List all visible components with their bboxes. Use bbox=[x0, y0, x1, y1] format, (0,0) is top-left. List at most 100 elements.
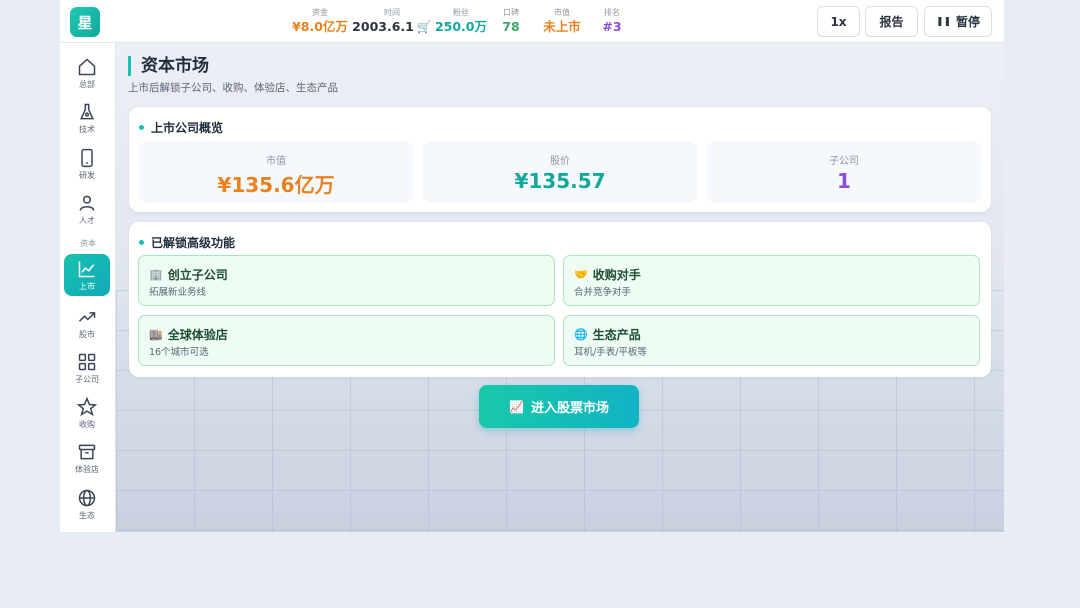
overview-title-text: 上市公司概览 bbox=[151, 121, 224, 135]
office-icon: 🏬 bbox=[149, 328, 163, 341]
stat-value: #3 bbox=[602, 19, 622, 34]
overview-card: 上市公司概览 市值 ¥135.6亿万 股价 ¥135.57 子公司 1 bbox=[129, 107, 991, 212]
stat-funds: 资金 ¥8.0亿万 bbox=[288, 8, 352, 36]
feature-acquire-rival[interactable]: 🤝 收购对手 合并竞争对手 bbox=[563, 255, 980, 306]
metric-value: 1 bbox=[837, 169, 851, 193]
sidebar-item-hq[interactable]: 总部 bbox=[64, 52, 110, 94]
report-button[interactable]: 报告 bbox=[865, 6, 918, 37]
bullet-dot bbox=[139, 240, 144, 245]
app-logo: 星 bbox=[70, 7, 100, 37]
sidebar-item-label: 人才 bbox=[79, 215, 95, 225]
sidebar-item-label: 总部 bbox=[79, 79, 95, 89]
stats-bar: 资金 ¥8.0亿万 时间 2003.6.1 🛒 粉丝 250.0万 口碑 78 市… bbox=[288, 8, 632, 36]
bullet-dot bbox=[139, 125, 144, 130]
feature-title: 🏢 创立子公司 bbox=[149, 266, 228, 283]
pause-icon: ❚❚ bbox=[935, 16, 952, 27]
top-bar: 星 资金 ¥8.0亿万 时间 2003.6.1 🛒 粉丝 250.0万 口碑 78… bbox=[60, 0, 1004, 43]
sidebar-item-store[interactable]: 体验店 bbox=[64, 437, 110, 479]
pause-label: 暂停 bbox=[956, 15, 981, 29]
feature-title-text: 全球体验店 bbox=[167, 328, 228, 342]
store-icon bbox=[78, 444, 96, 459]
feature-ecosystem[interactable]: 🌐 生态产品 耳机/手表/平板等 bbox=[563, 315, 980, 366]
stat-fans: 粉丝 250.0万 bbox=[432, 8, 490, 36]
feature-title: 🌐 生态产品 bbox=[574, 326, 641, 343]
feature-desc: 合并竞争对手 bbox=[574, 287, 632, 298]
sidebar-item-stock[interactable]: 股市 bbox=[64, 302, 110, 344]
sidebar-item-ipo[interactable]: 上市 bbox=[64, 254, 110, 296]
sidebar-item-label: 上市 bbox=[79, 281, 95, 291]
sidebar-item-label: 体验店 bbox=[75, 464, 99, 474]
sidebar-item-label: 生态 bbox=[79, 510, 95, 520]
feature-title-text: 创立子公司 bbox=[167, 268, 228, 282]
metric-label: 股价 bbox=[550, 156, 570, 167]
app-window: 星 资金 ¥8.0亿万 时间 2003.6.1 🛒 粉丝 250.0万 口碑 78… bbox=[60, 0, 1004, 532]
stat-value: 250.0万 bbox=[434, 19, 488, 34]
features-title-text: 已解锁高级功能 bbox=[151, 236, 236, 250]
flask-icon bbox=[80, 103, 94, 119]
stat-label: 资金 bbox=[312, 8, 328, 17]
sidebar-section-label: 资本 bbox=[80, 239, 96, 248]
speed-button[interactable]: 1x bbox=[817, 6, 860, 37]
feature-desc: 耳机/手表/平板等 bbox=[574, 347, 647, 358]
star-icon bbox=[77, 396, 97, 416]
home-icon bbox=[78, 57, 96, 75]
feature-title: 🤝 收购对手 bbox=[574, 266, 641, 283]
enter-stock-market-button[interactable]: 📈 进入股票市场 bbox=[479, 385, 639, 428]
metric-label: 市值 bbox=[266, 156, 286, 167]
stat-rank: 排名 #3 bbox=[592, 8, 632, 36]
features-card: 已解锁高级功能 🏢 创立子公司 拓展新业务线 🤝 收购对手 合并竞争对手 🏬 全球体验… bbox=[129, 222, 991, 377]
stat-value: ¥8.0亿万 bbox=[292, 19, 348, 34]
person-icon bbox=[79, 195, 95, 211]
overview-title: 上市公司概览 bbox=[139, 119, 223, 136]
stat-market-cap: 市值 未上市 bbox=[532, 8, 592, 36]
sidebar-item-label: 收购 bbox=[79, 419, 95, 429]
handshake-icon: 🤝 bbox=[574, 268, 588, 281]
stat-label: 粉丝 bbox=[453, 8, 469, 17]
building-icon: 🏢 bbox=[149, 268, 163, 281]
sidebar-item-label: 股市 bbox=[79, 329, 95, 339]
stat-value: 2003.6.1 🛒 bbox=[352, 19, 432, 34]
stat-value: 未上市 bbox=[543, 19, 581, 34]
stat-label: 时间 bbox=[384, 8, 400, 17]
stat-label: 口碑 bbox=[503, 8, 519, 17]
metric-value: ¥135.6亿万 bbox=[217, 173, 335, 197]
stat-time: 时间 2003.6.1 🛒 bbox=[352, 8, 432, 36]
pause-button[interactable]: ❚❚ 暂停 bbox=[924, 6, 992, 37]
features-title: 已解锁高级功能 bbox=[139, 234, 235, 251]
feature-desc: 16个城市可选 bbox=[149, 347, 209, 358]
metric-market-cap: 市值 ¥135.6亿万 bbox=[139, 141, 413, 203]
sidebar-item-label: 技术 bbox=[79, 124, 95, 134]
trending-up-icon bbox=[78, 311, 96, 322]
sidebar-item-acquisition[interactable]: 收购 bbox=[64, 392, 110, 434]
page-title: 资本市场 bbox=[128, 56, 209, 76]
feature-title: 🏬 全球体验店 bbox=[149, 326, 228, 343]
chart-icon: 📈 bbox=[509, 399, 524, 414]
globe-icon bbox=[78, 489, 96, 506]
shopping-cart-icon: 🛒 bbox=[416, 20, 432, 34]
grid-icon bbox=[78, 353, 96, 370]
sidebar-item-tech[interactable]: 技术 bbox=[64, 97, 110, 139]
feature-desc: 拓展新业务线 bbox=[149, 287, 207, 298]
sidebar-item-ecosystem[interactable]: 生态 bbox=[64, 483, 110, 525]
sidebar-item-talent[interactable]: 人才 bbox=[64, 188, 110, 230]
sidebar-item-rd[interactable]: 研发 bbox=[64, 143, 110, 185]
stat-label: 市值 bbox=[554, 8, 570, 17]
feature-title-text: 生态产品 bbox=[592, 328, 641, 342]
chart-line-icon bbox=[78, 261, 95, 277]
metric-label: 子公司 bbox=[829, 156, 859, 167]
sidebar-item-subsidiary[interactable]: 子公司 bbox=[64, 347, 110, 389]
feature-global-store[interactable]: 🏬 全球体验店 16个城市可选 bbox=[138, 315, 555, 366]
enter-button-label: 进入股票市场 bbox=[530, 401, 609, 416]
globe-icon: 🌐 bbox=[574, 328, 588, 341]
metric-stock-price: 股价 ¥135.57 bbox=[423, 141, 697, 203]
sidebar: 总部 技术 研发 人才 资本 上市 股市 子公司 收购 体验店 生态 bbox=[60, 43, 116, 532]
sidebar-item-label: 子公司 bbox=[75, 374, 99, 384]
sidebar-item-label: 研发 bbox=[79, 170, 95, 180]
stat-label: 排名 bbox=[604, 8, 620, 17]
stat-reputation: 口碑 78 bbox=[490, 8, 532, 36]
feature-create-subsidiary[interactable]: 🏢 创立子公司 拓展新业务线 bbox=[138, 255, 555, 306]
metric-subsidiaries: 子公司 1 bbox=[707, 141, 981, 203]
feature-title-text: 收购对手 bbox=[592, 268, 641, 282]
page-subtitle: 上市后解锁子公司、收购、体验店、生态产品 bbox=[128, 82, 338, 94]
phone-icon bbox=[81, 148, 93, 167]
